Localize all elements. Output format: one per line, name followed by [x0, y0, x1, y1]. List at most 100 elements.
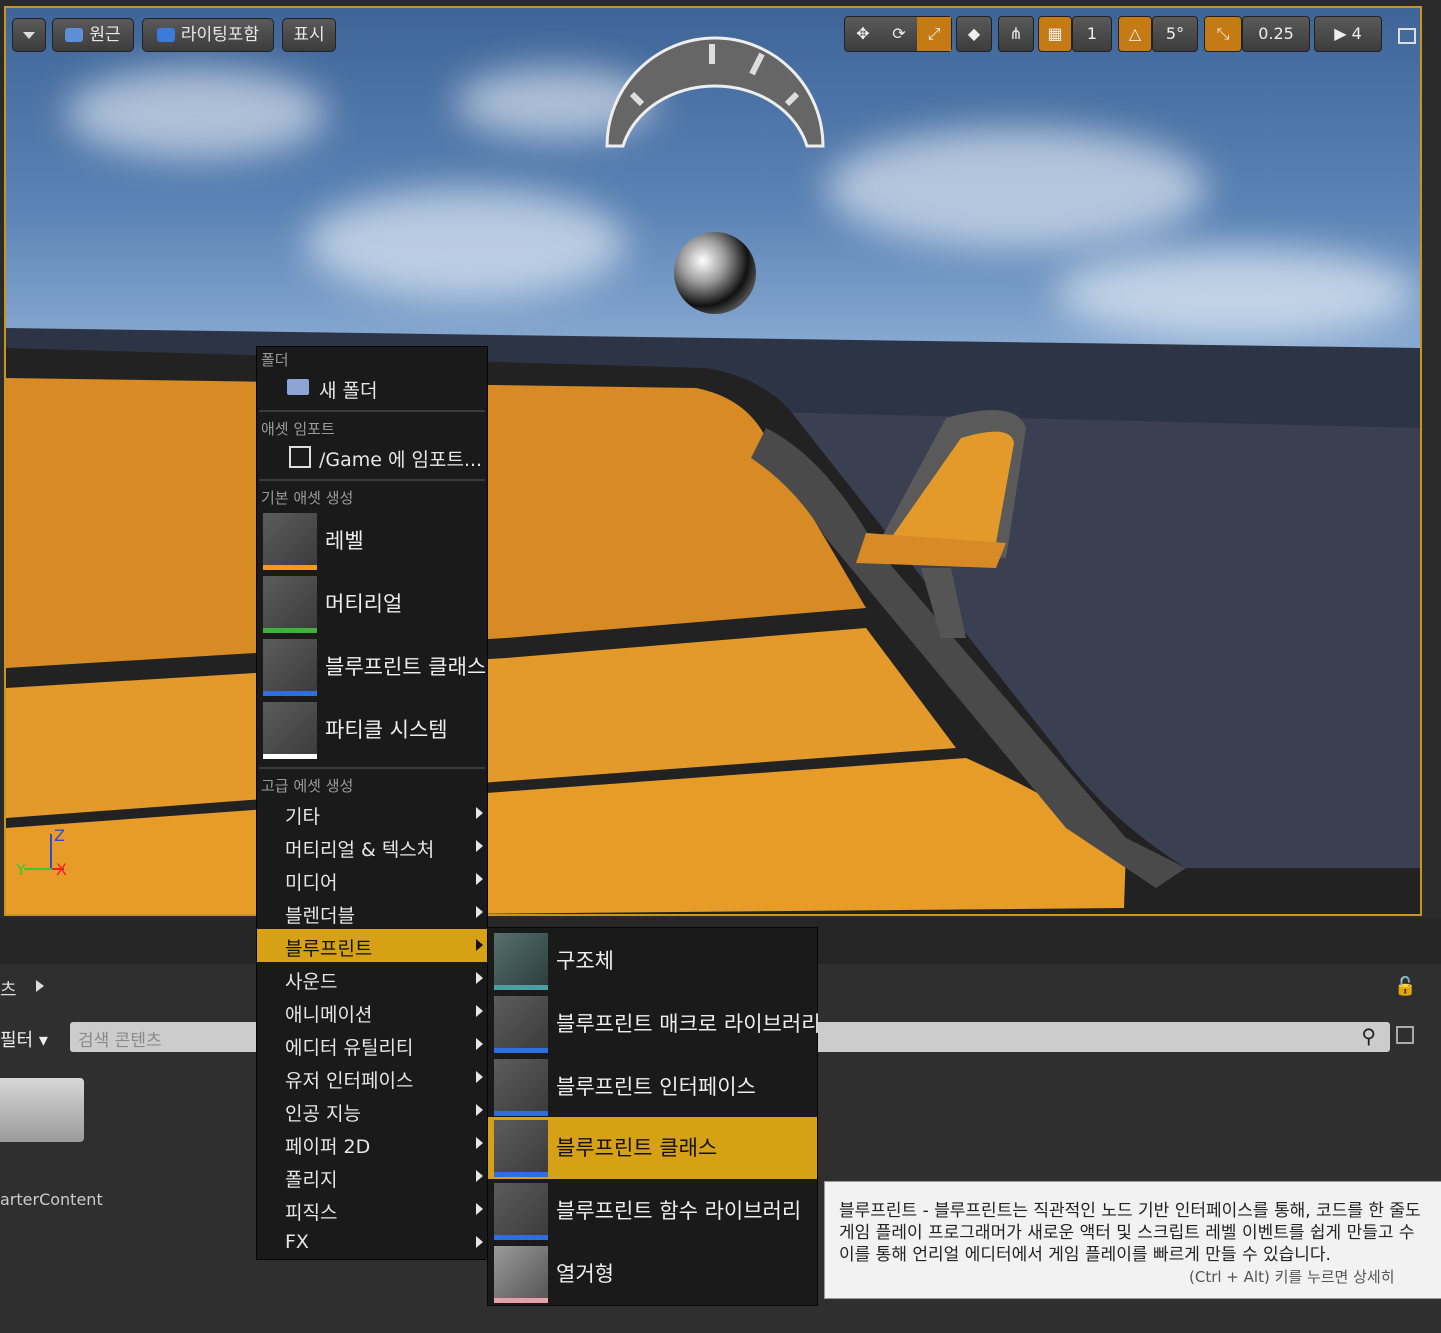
menu-item-blendables[interactable]: 블렌더블	[257, 896, 487, 929]
new-folder-icon	[287, 379, 309, 395]
menu-item-media[interactable]: 미디어	[257, 863, 487, 896]
enumeration-icon	[494, 1246, 548, 1300]
menu-item-blueprint-class[interactable]: 블루프린트 클래스	[257, 636, 487, 698]
grid-icon: ▦	[1047, 24, 1063, 43]
perspective-button[interactable]: 원근	[52, 18, 134, 52]
divider	[259, 767, 485, 769]
submenu-arrow-icon	[476, 906, 483, 918]
scale-icon[interactable]: ⤢	[917, 17, 951, 51]
divider	[259, 410, 485, 412]
submenu-arrow-icon	[476, 1104, 483, 1116]
blueprint-icon	[494, 1120, 548, 1174]
menu-item-misc[interactable]: 기타	[257, 797, 487, 830]
menu-item-ai[interactable]: 인공 지능	[257, 1094, 487, 1127]
menu-item-animation[interactable]: 애니메이션	[257, 995, 487, 1028]
blueprint-icon	[263, 639, 317, 693]
chevron-down-icon	[23, 31, 35, 39]
menu-item-editor-utilities[interactable]: 에디터 유틸리티	[257, 1028, 487, 1061]
menu-item-new-folder[interactable]: 새 폴더	[257, 371, 487, 405]
grid-snap-value[interactable]: 1	[1072, 16, 1112, 52]
folder-label: arterContent	[0, 1190, 103, 1209]
globe-icon: ◆	[967, 24, 981, 43]
menu-item-material[interactable]: 머티리얼	[257, 573, 487, 635]
section-advanced-assets: 고급 에셋 생성	[261, 777, 354, 795]
submenu-arrow-icon	[476, 1038, 483, 1050]
submenu-arrow-icon	[476, 873, 483, 885]
structure-icon	[494, 933, 548, 987]
transform-tools[interactable]: ✥ ⟳ ⤢	[844, 16, 952, 52]
divider	[259, 479, 485, 481]
add-new-context-menu: 폴더 새 폴더 애셋 임포트 /Game 에 임포트... 기본 애셋 생성 레…	[256, 346, 488, 1260]
submenu-item-interface[interactable]: 블루프린트 인터페이스	[488, 1056, 817, 1118]
submenu-item-macro-library[interactable]: 블루프린트 매크로 라이브러리	[488, 993, 821, 1055]
menu-item-particle-system[interactable]: 파티클 시스템	[257, 699, 487, 761]
submenu-arrow-icon	[476, 1170, 483, 1182]
viewport-options-button[interactable]	[12, 18, 46, 52]
section-import: 애셋 임포트	[261, 420, 335, 438]
filter-button[interactable]: 필터 ▾	[0, 1026, 48, 1052]
rotation-snap-toggle[interactable]: △	[1118, 16, 1152, 52]
submenu-arrow-icon	[476, 840, 483, 852]
sky-widget[interactable]	[602, 34, 828, 152]
level-icon	[263, 513, 317, 567]
axis-indicator: Z Y X	[16, 826, 76, 886]
submenu-item-blueprint-class[interactable]: 블루프린트 클래스	[488, 1117, 817, 1179]
camera-icon: ▶	[1334, 24, 1347, 43]
submenu-arrow-icon	[476, 1071, 483, 1083]
folder-icon[interactable]	[0, 1078, 84, 1142]
material-icon	[263, 576, 317, 630]
world-local-toggle[interactable]: ◆	[956, 16, 992, 52]
section-basic-assets: 기본 애셋 생성	[261, 489, 354, 507]
function-library-icon	[494, 1183, 548, 1237]
menu-item-physics[interactable]: 피직스	[257, 1193, 487, 1226]
submenu-item-function-library[interactable]: 블루프린트 함수 라이브러리	[488, 1180, 817, 1242]
show-button[interactable]: 표시	[282, 18, 336, 52]
save-icon[interactable]	[1396, 1026, 1414, 1044]
menu-item-blueprints[interactable]: 블루프린트	[257, 929, 487, 962]
axis-y-label: Y	[16, 860, 26, 879]
submenu-arrow-icon	[476, 972, 483, 984]
menu-item-paper2d[interactable]: 페이퍼 2D	[257, 1127, 487, 1160]
submenu-item-structure[interactable]: 구조체	[488, 930, 817, 992]
level-viewport[interactable]: 원근 라이팅포함 표시 ✥ ⟳ ⤢ ◆ ⋔ ▦ 1 △ 5° ⤡ 0.25 ▶ 4 …	[4, 6, 1422, 916]
submenu-arrow-icon	[476, 939, 483, 951]
move-icon[interactable]: ✥	[845, 17, 881, 51]
import-icon	[289, 446, 311, 468]
lit-mode-button[interactable]: 라이팅포함	[142, 18, 274, 52]
axis-z-label: Z	[54, 826, 65, 845]
grid-snap-toggle[interactable]: ▦	[1038, 16, 1072, 52]
submenu-arrow-icon	[476, 1137, 483, 1149]
submenu-arrow-icon	[476, 1236, 483, 1248]
lock-icon[interactable]: 🔓	[1394, 976, 1416, 997]
blueprint-tooltip: 블루프린트 - 블루프린트는 직관적인 노드 기반 인터페이스를 통해, 코드를…	[824, 1181, 1441, 1299]
blueprint-submenu: 구조체 블루프린트 매크로 라이브러리 블루프린트 인터페이스 블루프린트 클래…	[487, 927, 821, 1306]
section-folder: 폴더	[261, 351, 289, 369]
maximize-icon[interactable]	[1398, 28, 1416, 44]
rotation-snap-value[interactable]: 5°	[1152, 16, 1198, 52]
menu-item-materials-textures[interactable]: 머티리얼 & 텍스처	[257, 830, 487, 863]
menu-item-user-interface[interactable]: 유저 인터페이스	[257, 1061, 487, 1094]
scale-snap-toggle[interactable]: ⤡	[1204, 16, 1242, 52]
menu-item-level[interactable]: 레벨	[257, 510, 487, 572]
scene-geometry	[6, 328, 1420, 914]
perspective-icon	[65, 28, 84, 42]
menu-item-foliage[interactable]: 폴리지	[257, 1160, 487, 1193]
submenu-item-enumeration[interactable]: 열거형	[488, 1243, 817, 1305]
camera-speed-button[interactable]: ▶ 4	[1314, 16, 1382, 52]
search-icon[interactable]: ⚲	[1361, 1024, 1376, 1048]
surface-snap-button[interactable]: ⋔	[998, 16, 1034, 52]
menu-item-sounds[interactable]: 사운드	[257, 962, 487, 995]
scale-snap-icon: ⤡	[1216, 24, 1230, 43]
reflection-sphere[interactable]	[674, 232, 756, 314]
submenu-arrow-icon	[476, 1203, 483, 1215]
menu-item-fx[interactable]: FX	[257, 1226, 487, 1259]
submenu-arrow-icon	[476, 1005, 483, 1017]
particle-icon	[263, 702, 317, 756]
menu-item-import[interactable]: /Game 에 임포트...	[257, 440, 487, 474]
scale-snap-value[interactable]: 0.25	[1242, 16, 1310, 52]
path-arrow-icon[interactable]	[36, 980, 44, 992]
content-browser-tab[interactable]: 츠	[0, 976, 17, 1002]
rotate-icon[interactable]: ⟳	[881, 17, 917, 51]
interface-icon	[494, 1059, 548, 1113]
surface-snap-icon: ⋔	[1009, 24, 1023, 43]
